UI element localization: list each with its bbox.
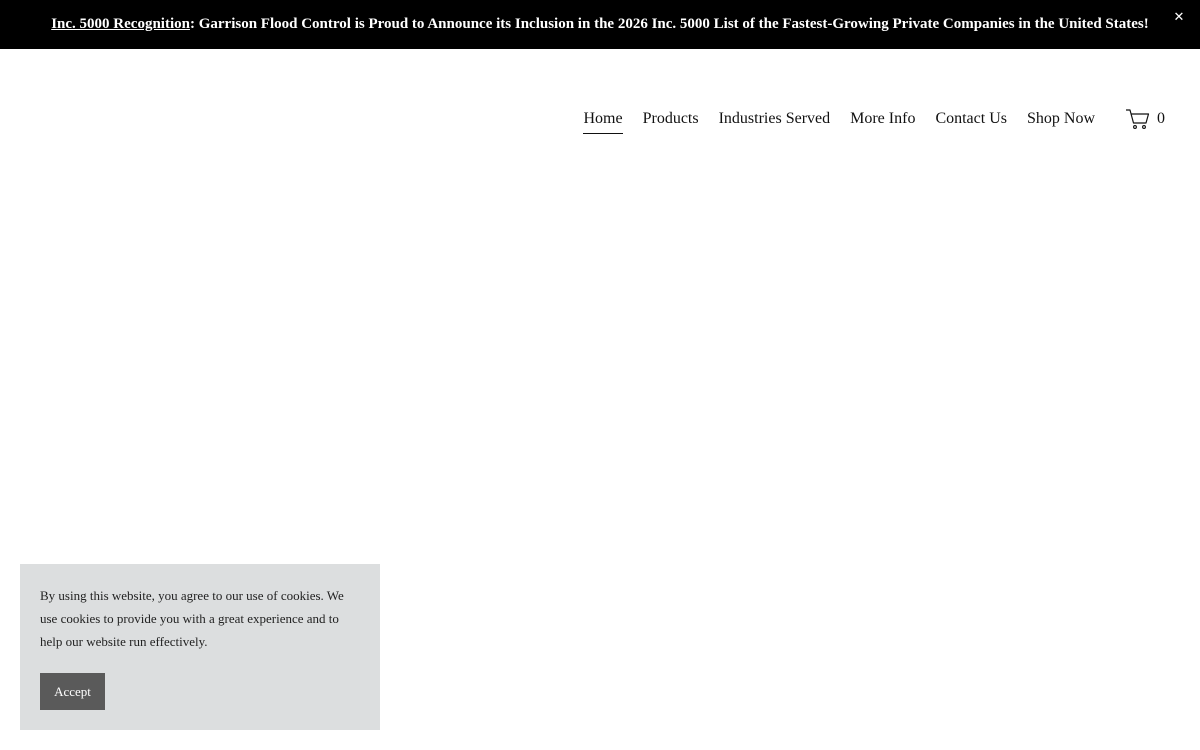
nav-item-products[interactable]: Products	[643, 108, 699, 130]
announcement-text: Inc. 5000 Recognition: Garrison Flood Co…	[51, 16, 1149, 33]
cookie-banner: By using this website, you agree to our …	[20, 564, 380, 730]
announcement-link[interactable]: Inc. 5000 Recognition	[51, 16, 190, 32]
accept-button[interactable]: Accept	[40, 673, 105, 710]
announcement-bar: Inc. 5000 Recognition: Garrison Flood Co…	[0, 0, 1200, 49]
announcement-message: : Garrison Flood Control is Proud to Ann…	[189, 16, 1149, 32]
nav-item-shop-now[interactable]: Shop Now	[1027, 108, 1095, 130]
nav-item-more-info[interactable]: More Info	[850, 108, 915, 130]
site-header: Home Products Industries Served More Inf…	[0, 49, 1200, 189]
cart-count: 0	[1157, 110, 1165, 127]
cart-icon	[1126, 109, 1150, 129]
cookie-banner-text: By using this website, you agree to our …	[40, 588, 344, 649]
nav-item-industries-served[interactable]: Industries Served	[719, 108, 831, 130]
main-nav: Home Products Industries Served More Inf…	[583, 108, 1095, 134]
cart-button[interactable]: 0	[1125, 108, 1165, 130]
nav-item-contact-us[interactable]: Contact Us	[935, 108, 1007, 130]
nav-item-home[interactable]: Home	[583, 108, 623, 134]
close-icon[interactable]: ✕	[1172, 11, 1186, 25]
